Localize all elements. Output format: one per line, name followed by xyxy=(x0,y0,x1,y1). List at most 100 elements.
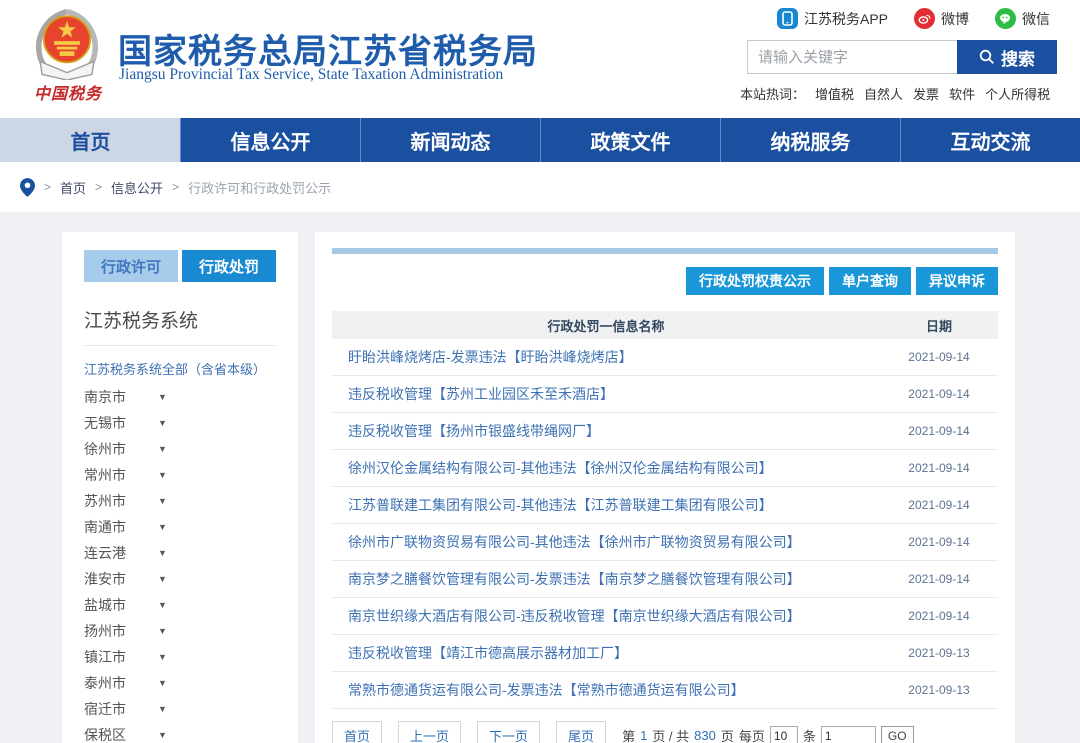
table-header: 行政处罚一信息名称 日期 xyxy=(332,311,998,339)
unit-word: 条 xyxy=(803,726,816,743)
city-item[interactable]: 盐城市 ▼ xyxy=(84,592,276,618)
city-item[interactable]: 镇江市 ▼ xyxy=(84,644,276,670)
sidebar-heading: 江苏税务系统 xyxy=(84,306,276,346)
city-item[interactable]: 徐州市 ▼ xyxy=(84,436,276,462)
city-label: 徐州市 xyxy=(84,439,146,459)
logo-caption: 中国税务 xyxy=(22,80,114,104)
penalty-item-link[interactable]: 南京梦之膳餐饮管理有限公司-发票违法【南京梦之膳餐饮管理有限公司】 xyxy=(332,569,880,589)
first-page-button[interactable]: 首页 xyxy=(332,721,382,743)
city-item[interactable]: 无锡市 ▼ xyxy=(84,410,276,436)
go-button[interactable]: GO xyxy=(881,726,914,743)
hot-word-link[interactable]: 增值税 xyxy=(815,84,854,103)
table-row: 常熟市德通货运有限公司-发票违法【常熟市德通货运有限公司】 2021-09-13 xyxy=(332,672,998,709)
hot-words-list: 增值税自然人发票软件个人所得税开 xyxy=(815,84,1060,103)
table-row: 违反税收管理【靖江市德高展示器材加工厂】 2021-09-13 xyxy=(332,635,998,672)
city-label: 扬州市 xyxy=(84,621,146,641)
nav-item[interactable]: 新闻动态 xyxy=(360,118,540,162)
city-label: 镇江市 xyxy=(84,647,146,667)
mobile-app-icon xyxy=(777,8,798,29)
penalty-item-date: 2021-09-14 xyxy=(880,350,998,364)
table-row: 盱眙洪峰烧烤店-发票违法【盱眙洪峰烧烤店】 2021-09-14 xyxy=(332,339,998,376)
chevron-down-icon: ▼ xyxy=(158,600,167,610)
city-item[interactable]: 宿迁市 ▼ xyxy=(84,696,276,722)
breadcrumb-separator: > xyxy=(95,180,102,194)
current-page-number: 1 xyxy=(640,728,647,743)
city-label: 无锡市 xyxy=(84,413,146,433)
nav-item[interactable]: 纳税服务 xyxy=(720,118,900,162)
nav-item[interactable]: 政策文件 xyxy=(540,118,720,162)
chevron-down-icon: ▼ xyxy=(158,548,167,558)
hot-word-link[interactable]: 发票 xyxy=(913,84,939,103)
hot-word-link[interactable]: 软件 xyxy=(949,84,975,103)
location-pin-icon xyxy=(20,178,35,197)
action-button[interactable]: 单户查询 xyxy=(829,267,911,295)
goto-page-input[interactable] xyxy=(821,726,876,743)
city-item[interactable]: 扬州市 ▼ xyxy=(84,618,276,644)
sidebar-tab-label: 行政许可 xyxy=(101,256,161,277)
city-item[interactable]: 常州市 ▼ xyxy=(84,462,276,488)
nav-item-label: 互动交流 xyxy=(951,126,1031,155)
penalty-item-date: 2021-09-14 xyxy=(880,498,998,512)
action-button-label: 单户查询 xyxy=(842,271,898,291)
city-label: 盐城市 xyxy=(84,595,146,615)
nav-item[interactable]: 首页 xyxy=(0,118,180,162)
main-nav: 首页 信息公开 新闻动态 政策文件 纳税服务 互动交流 xyxy=(0,118,1080,162)
penalty-item-link[interactable]: 常熟市德通货运有限公司-发票违法【常熟市德通货运有限公司】 xyxy=(332,680,880,700)
city-item[interactable]: 苏州市 ▼ xyxy=(84,488,276,514)
penalty-item-link[interactable]: 江苏普联建工集团有限公司-其他违法【江苏普联建工集团有限公司】 xyxy=(332,495,880,515)
table-row: 违反税收管理【扬州市银盛线带绳网厂】 2021-09-14 xyxy=(332,413,998,450)
city-item[interactable]: 保税区 ▼ xyxy=(84,722,276,743)
last-page-button[interactable]: 尾页 xyxy=(556,721,606,743)
search-input[interactable] xyxy=(747,40,957,74)
city-label: 连云港 xyxy=(84,543,146,563)
search-icon xyxy=(979,49,995,65)
nav-item[interactable]: 互动交流 xyxy=(900,118,1080,162)
decorative-bar xyxy=(332,248,998,254)
city-item[interactable]: 泰州市 ▼ xyxy=(84,670,276,696)
site-header: 中国税务 国家税务总局江苏省税务局 Jiangsu Provincial Tax… xyxy=(0,0,1080,118)
hot-word-link[interactable]: 自然人 xyxy=(864,84,903,103)
nav-item[interactable]: 信息公开 xyxy=(180,118,360,162)
weibo-link-label: 微博 xyxy=(941,9,969,29)
action-button[interactable]: 异议申诉 xyxy=(916,267,998,295)
quick-links: 江苏税务APP 微博 微信 xyxy=(777,8,1050,29)
weibo-link[interactable]: 微博 xyxy=(914,8,969,29)
penalty-item-link[interactable]: 违反税收管理【扬州市银盛线带绳网厂】 xyxy=(332,421,880,441)
penalty-item-link[interactable]: 徐州市广联物资贸易有限公司-其他违法【徐州市广联物资贸易有限公司】 xyxy=(332,532,880,552)
city-item[interactable]: 淮安市 ▼ xyxy=(84,566,276,592)
content-area: 行政许可 行政处罚 江苏税务系统 江苏税务系统全部（含省本级） 南京市 ▼ xyxy=(0,212,1080,743)
breadcrumb-link[interactable]: 首页 xyxy=(60,178,86,197)
table-body: 盱眙洪峰烧烤店-发票违法【盱眙洪峰烧烤店】 2021-09-14 违反税收管理【… xyxy=(332,339,998,709)
page: 中国税务 国家税务总局江苏省税务局 Jiangsu Provincial Tax… xyxy=(0,0,1080,743)
city-item[interactable]: 南通市 ▼ xyxy=(84,514,276,540)
table-row: 徐州市广联物资贸易有限公司-其他违法【徐州市广联物资贸易有限公司】 2021-0… xyxy=(332,524,998,561)
city-label: 常州市 xyxy=(84,465,146,485)
next-page-button[interactable]: 下一页 xyxy=(477,721,540,743)
hot-word-link[interactable]: 个人所得税 xyxy=(985,84,1050,103)
breadcrumb-separator: > xyxy=(44,180,51,194)
search-button[interactable]: 搜索 xyxy=(957,40,1057,74)
table-row: 违反税收管理【苏州工业园区禾至禾酒店】 2021-09-14 xyxy=(332,376,998,413)
sidebar-all-link[interactable]: 江苏税务系统全部（含省本级） xyxy=(84,359,276,378)
chevron-down-icon: ▼ xyxy=(158,678,167,688)
city-item[interactable]: 连云港 ▼ xyxy=(84,540,276,566)
table-row: 徐州汉伦金属结构有限公司-其他违法【徐州汉伦金属结构有限公司】 2021-09-… xyxy=(332,450,998,487)
city-item[interactable]: 南京市 ▼ xyxy=(84,384,276,410)
city-list: 南京市 ▼ 无锡市 ▼ 徐州市 ▼ 常州市 ▼ xyxy=(84,384,276,743)
total-pages-number: 830 xyxy=(694,728,716,743)
prev-page-button[interactable]: 上一页 xyxy=(398,721,461,743)
penalty-item-link[interactable]: 盱眙洪峰烧烤店-发票违法【盱眙洪峰烧烤店】 xyxy=(332,347,880,367)
action-button[interactable]: 行政处罚权责公示 xyxy=(686,267,824,295)
app-link[interactable]: 江苏税务APP xyxy=(777,8,888,29)
per-page-input[interactable] xyxy=(770,726,798,743)
penalty-item-link[interactable]: 徐州汉伦金属结构有限公司-其他违法【徐州汉伦金属结构有限公司】 xyxy=(332,458,880,478)
sidebar-tab[interactable]: 行政许可 xyxy=(84,250,178,282)
breadcrumb-link[interactable]: 信息公开 xyxy=(111,178,163,197)
wechat-link[interactable]: 微信 xyxy=(995,8,1050,29)
wechat-icon xyxy=(995,8,1016,29)
penalty-item-link[interactable]: 违反税收管理【苏州工业园区禾至禾酒店】 xyxy=(332,384,880,404)
penalty-item-link[interactable]: 违反税收管理【靖江市德高展示器材加工厂】 xyxy=(332,643,880,663)
sidebar-tab[interactable]: 行政处罚 xyxy=(182,250,276,282)
sidebar: 行政许可 行政处罚 江苏税务系统 江苏税务系统全部（含省本级） 南京市 ▼ xyxy=(62,232,298,743)
penalty-item-link[interactable]: 南京世织缘大酒店有限公司-违反税收管理【南京世织缘大酒店有限公司】 xyxy=(332,606,880,626)
